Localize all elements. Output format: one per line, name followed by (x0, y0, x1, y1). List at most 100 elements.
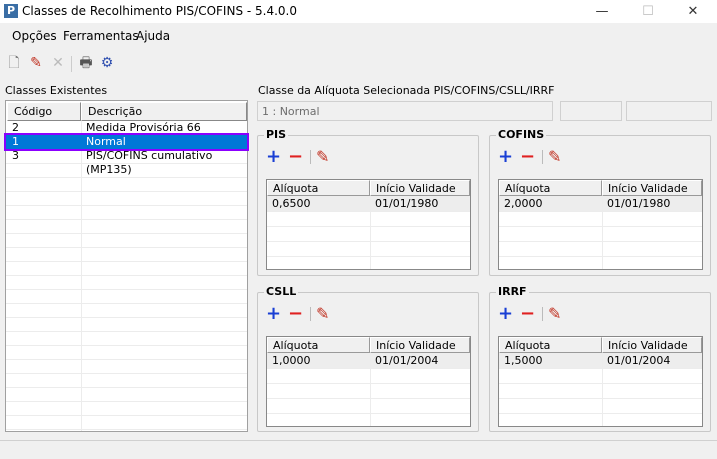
gridline (267, 211, 470, 212)
gridline (499, 226, 702, 227)
remove-icon[interactable]: − (520, 148, 535, 166)
gridline (499, 413, 702, 414)
minimize-button[interactable]: — (587, 2, 617, 22)
add-icon[interactable]: + (498, 305, 513, 323)
table-row[interactable]: 1,5000 01/01/2004 (499, 353, 702, 368)
aliquota: 1,5000 (504, 354, 543, 367)
cofins-group: COFINS + − ✎ Alíquota Início Validade 2,… (489, 128, 711, 276)
column-codigo[interactable]: Código (7, 102, 81, 121)
add-icon[interactable]: + (498, 148, 513, 166)
menu-ferramentas[interactable]: Ferramentas (63, 29, 139, 43)
descricao: Normal (86, 135, 126, 148)
gridline (267, 413, 470, 414)
app-logo-icon: P (4, 4, 18, 18)
descricao: Medida Provisória 66 (86, 121, 201, 134)
gridline (499, 256, 702, 257)
inicio-validade: 01/01/2004 (607, 354, 671, 367)
gridline (267, 241, 470, 242)
edit-icon[interactable]: ✎ (316, 305, 329, 323)
remove-icon[interactable]: − (288, 148, 303, 166)
gridline (6, 261, 247, 262)
new-document-icon[interactable]: 🗋 (5, 54, 23, 72)
gridline (6, 219, 247, 220)
column-aliquota[interactable]: Alíquota (267, 180, 370, 196)
gridline (6, 373, 247, 374)
table-row[interactable]: 0,6500 01/01/1980 (267, 196, 470, 211)
separator (310, 150, 311, 164)
separator (310, 307, 311, 321)
field-2 (560, 101, 622, 121)
aliquota: 1,0000 (272, 354, 311, 367)
edit-pencil-icon[interactable]: ✎ (27, 54, 45, 72)
classes-list[interactable]: Código Descrição 2 Medida Provisória 66 1… (4, 100, 249, 432)
close-button[interactable]: ✕ (678, 2, 708, 22)
list-item[interactable]: 3 PIS/COFINS cumulativo (MP135) (6, 149, 247, 176)
edit-icon[interactable]: ✎ (548, 305, 561, 323)
gridline (499, 241, 702, 242)
column-aliquota[interactable]: Alíquota (499, 337, 602, 353)
gridline (267, 398, 470, 399)
column-descricao[interactable]: Descrição (81, 102, 247, 121)
column-inicio-validade[interactable]: Início Validade (602, 180, 702, 196)
add-icon[interactable]: + (266, 305, 281, 323)
remove-icon[interactable]: − (520, 305, 535, 323)
edit-icon[interactable]: ✎ (316, 148, 329, 166)
gridline (6, 163, 247, 164)
list-item[interactable]: 2 Medida Provisória 66 (6, 121, 247, 135)
codigo: 2 (12, 121, 19, 134)
list-item-selected[interactable]: 1 Normal (4, 133, 249, 151)
codigo: 3 (12, 149, 19, 162)
csll-table[interactable]: Alíquota Início Validade 1,0000 01/01/200… (266, 336, 471, 427)
gridline (6, 415, 247, 416)
gridline (6, 345, 247, 346)
menu-opcoes[interactable]: Opções (12, 29, 57, 43)
irrf-title: IRRF (496, 285, 529, 298)
add-icon[interactable]: + (266, 148, 281, 166)
printer-settings-icon[interactable]: ⚙ (98, 54, 116, 72)
gridline (267, 226, 470, 227)
column-inicio-validade[interactable]: Início Validade (370, 337, 470, 353)
selected-class-label: Classe da Alíquota Selecionada PIS/COFIN… (258, 84, 555, 97)
gridline (267, 256, 470, 257)
gridline (6, 191, 247, 192)
gridline (267, 383, 470, 384)
cofins-table[interactable]: Alíquota Início Validade 2,0000 01/01/198… (498, 179, 703, 270)
irrf-table[interactable]: Alíquota Início Validade 1,5000 01/01/200… (498, 336, 703, 427)
table-row[interactable]: 2,0000 01/01/1980 (499, 196, 702, 211)
toolbar-separator (71, 56, 72, 72)
classes-label: Classes Existentes (5, 84, 108, 97)
edit-icon[interactable]: ✎ (548, 148, 561, 166)
inicio-validade: 01/01/1980 (375, 197, 439, 210)
window-title: Classes de Recolhimento PIS/COFINS - 5.4… (22, 4, 298, 18)
irrf-group: IRRF + − ✎ Alíquota Início Validade 1,50… (489, 285, 711, 432)
table-row[interactable]: 1,0000 01/01/2004 (267, 353, 470, 368)
maximize-button[interactable]: ☐ (633, 2, 663, 22)
gridline (6, 317, 247, 318)
pis-table[interactable]: Alíquota Início Validade 0,6500 01/01/198… (266, 179, 471, 270)
separator (542, 307, 543, 321)
field-3 (626, 101, 712, 121)
gridline (6, 275, 247, 276)
column-aliquota[interactable]: Alíquota (499, 180, 602, 196)
codigo: 1 (12, 135, 19, 148)
column-inicio-validade[interactable]: Início Validade (602, 337, 702, 353)
column-aliquota[interactable]: Alíquota (267, 337, 370, 353)
pis-title: PIS (264, 128, 289, 141)
gridline (6, 247, 247, 248)
gridline (6, 331, 247, 332)
pis-group: PIS + − ✎ Alíquota Início Validade 0,650… (257, 128, 479, 276)
gridline (6, 303, 247, 304)
gridline (6, 359, 247, 360)
separator (542, 150, 543, 164)
gridline (267, 368, 470, 369)
gridline (6, 429, 247, 430)
menu-ajuda[interactable]: Ajuda (136, 29, 170, 43)
remove-icon[interactable]: − (288, 305, 303, 323)
delete-icon[interactable]: ✕ (49, 54, 67, 72)
gridline (6, 177, 247, 178)
printer-icon[interactable]: 🖶 (77, 54, 95, 72)
column-inicio-validade[interactable]: Início Validade (370, 180, 470, 196)
gridline (6, 387, 247, 388)
gridline (6, 289, 247, 290)
gridline (499, 368, 702, 369)
